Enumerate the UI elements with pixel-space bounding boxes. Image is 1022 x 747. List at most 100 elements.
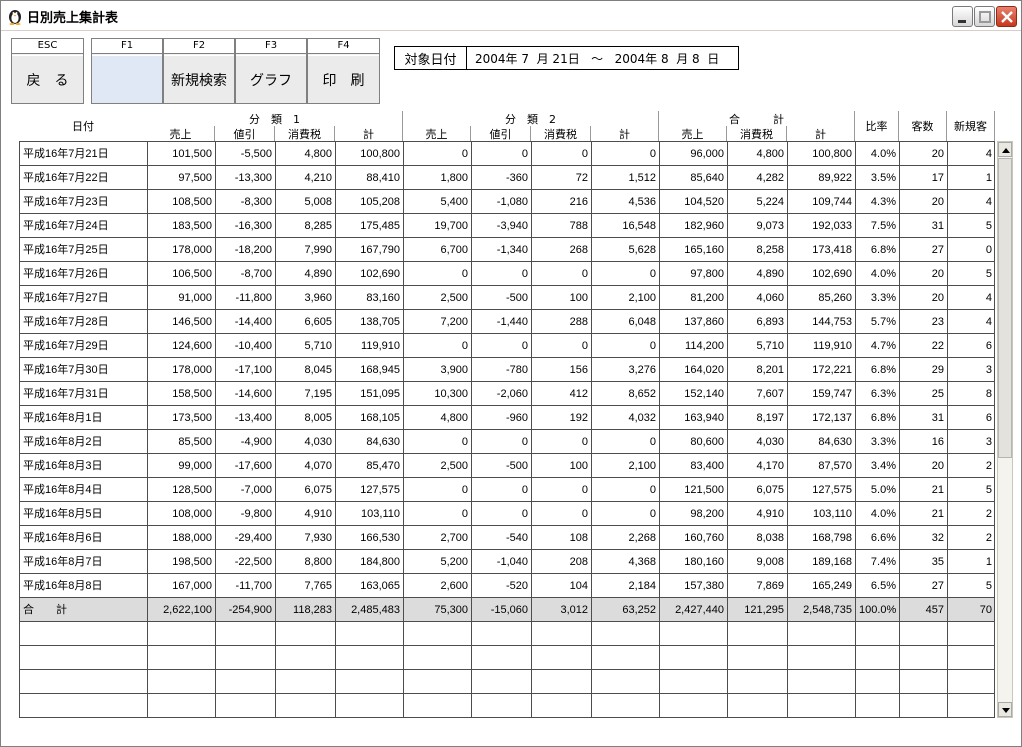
table-row[interactable]: 平成16年7月22日 97,500 -13,300 4,210 88,410 1,800-… [20,166,994,190]
cell-g1-discount: -254,900 [216,598,276,622]
table-row[interactable]: 平成16年7月24日 183,500 -16,300 8,285 175,485 19,7… [20,214,994,238]
empty-row[interactable] [20,670,994,694]
cell-sum-total: 159,747 [788,382,856,406]
cell-customers: 17 [900,166,948,190]
cell-g2-tax: 100 [532,286,592,310]
cell-customers: 457 [900,598,948,622]
table-row[interactable]: 平成16年8月1日 173,500 -13,400 8,005 168,105 4,800… [20,406,994,430]
cell-customers: 20 [900,286,948,310]
cell-g1-sales: 198,500 [148,550,216,574]
total-row[interactable]: 合 計 2,622,100 -254,900 118,283 2,485,483 75,3… [20,598,994,622]
cell-g1-discount: -13,400 [216,406,276,430]
cell-g2-tax [532,694,592,717]
cell-sum-tax: 9,008 [728,550,788,574]
table-row[interactable]: 平成16年7月28日 146,500 -14,400 6,605 138,705 7,20… [20,310,994,334]
table-row[interactable]: 平成16年7月30日 178,000 -17,100 8,045 168,945 3,90… [20,358,994,382]
table-row[interactable]: 平成16年8月6日 188,000 -29,400 7,930 166,530 2,700… [20,526,994,550]
cell-sum-tax: 4,170 [728,454,788,478]
cell-ratio: 6.8% [856,406,900,430]
cell-g2-total: 0 [592,334,660,358]
table-row[interactable]: 平成16年7月27日 91,000 -11,800 3,960 83,160 2,500-… [20,286,994,310]
table-row[interactable]: 平成16年7月23日 108,500 -8,300 5,008 105,208 5,400… [20,190,994,214]
f2-new-search-button[interactable]: F2 新規検索 [163,38,235,104]
table-row[interactable]: 平成16年8月7日 198,500 -22,500 8,800 184,800 5,200… [20,550,994,574]
cell-g2-total: 0 [592,502,660,526]
arrow-down-icon [1002,708,1010,713]
cell-customers: 27 [900,238,948,262]
date-range-field[interactable]: 対象日付 2004年 7 月 21日 〜 2004年 8 月 8 日 [394,46,739,70]
cell-g2-discount: -540 [472,526,532,550]
header-g1-total: 計 [335,126,403,142]
table-row[interactable]: 平成16年7月29日 124,600 -10,400 5,710 119,910 0 0 0 0… [20,334,994,358]
table-row[interactable]: 平成16年8月4日 128,500 -7,000 6,075 127,575 0 0 0 0 12… [20,478,994,502]
table-row[interactable]: 平成16年7月25日 178,000 -18,200 7,990 167,790 6,70… [20,238,994,262]
cell-date: 平成16年8月2日 [20,430,148,454]
scroll-up-button[interactable] [998,142,1012,157]
empty-row[interactable] [20,646,994,670]
cell-g2-discount: -15,060 [472,598,532,622]
cell-g1-discount: -8,700 [216,262,276,286]
cell-g2-discount: -2,060 [472,382,532,406]
cell-g1-total [336,694,404,717]
cell-new-customers [948,670,994,694]
table-row[interactable]: 平成16年7月26日 106,500 -8,700 4,890 102,690 0 0 0 0 9… [20,262,994,286]
cell-g1-discount: -11,700 [216,574,276,598]
cell-sum-tax: 4,890 [728,262,788,286]
cell-g1-total: 88,410 [336,166,404,190]
cell-new-customers: 70 [948,598,994,622]
vertical-scrollbar[interactable] [997,141,1013,718]
cell-sum-sales: 114,200 [660,334,728,358]
cell-g2-tax: 216 [532,190,592,214]
cell-g2-total: 4,368 [592,550,660,574]
cell-g2-sales: 4,800 [404,406,472,430]
cell-g1-discount: -22,500 [216,550,276,574]
cell-sum-tax: 9,073 [728,214,788,238]
cell-g2-discount: 0 [472,334,532,358]
table-row[interactable]: 平成16年8月5日 108,000 -9,800 4,910 103,110 0 0 0 0 98… [20,502,994,526]
cell-g2-sales: 5,400 [404,190,472,214]
cell-ratio: 6.6% [856,526,900,550]
scroll-thumb[interactable] [998,158,1012,458]
cell-g2-tax: 0 [532,334,592,358]
cell-sum-tax: 4,060 [728,286,788,310]
table-row[interactable]: 平成16年7月21日 101,500 -5,500 4,800 100,800 0 0 0 0 9… [20,142,994,166]
cell-customers: 23 [900,310,948,334]
cell-new-customers: 8 [948,382,994,406]
cell-g2-discount: -3,940 [472,214,532,238]
table-row[interactable]: 平成16年8月8日 167,000 -11,700 7,765 163,065 2,600… [20,574,994,598]
cell-g2-total: 2,268 [592,526,660,550]
cell-g1-sales: 173,500 [148,406,216,430]
cell-g1-sales [148,670,216,694]
scroll-down-button[interactable] [998,702,1012,717]
header-date: 日付 [19,111,148,142]
cell-sum-sales [660,622,728,646]
cell-g1-total: 119,910 [336,334,404,358]
table-row[interactable]: 平成16年8月2日 85,500 -4,900 4,030 84,630 0 0 0 0 80,6… [20,430,994,454]
minimize-button[interactable] [952,6,973,27]
empty-row[interactable] [20,694,994,717]
table-row[interactable]: 平成16年7月31日 158,500 -14,600 7,195 151,095 10,3… [20,382,994,406]
close-button[interactable] [996,6,1017,27]
daily-sales-grid[interactable]: 平成16年7月21日 101,500 -5,500 4,800 100,800 0 0 0 0 9… [19,141,995,718]
cell-g2-tax [532,670,592,694]
cell-g1-tax [276,694,336,717]
cell-sum-tax: 6,075 [728,478,788,502]
cell-sum-total: 89,922 [788,166,856,190]
fkey-label-f2: F2 [164,39,234,54]
table-row[interactable]: 平成16年8月3日 99,000 -17,600 4,070 85,470 2,500 -5… [20,454,994,478]
cell-ratio: 7.4% [856,550,900,574]
cell-new-customers [948,646,994,670]
cell-sum-tax: 7,869 [728,574,788,598]
header-g1-tax: 消費税 [275,126,335,142]
fkey-label-esc: ESC [12,39,83,54]
empty-row[interactable] [20,622,994,646]
esc-back-button[interactable]: ESC 戻 る [11,38,84,104]
f1-button[interactable]: F1 [91,38,163,104]
cell-new-customers: 6 [948,334,994,358]
cell-g1-sales [148,694,216,717]
maximize-button[interactable] [974,6,995,27]
f3-graph-button[interactable]: F3 グラフ [235,38,307,104]
cell-g1-total: 105,208 [336,190,404,214]
cell-g1-total: 100,800 [336,142,404,166]
f4-print-button[interactable]: F4 印 刷 [307,38,380,104]
